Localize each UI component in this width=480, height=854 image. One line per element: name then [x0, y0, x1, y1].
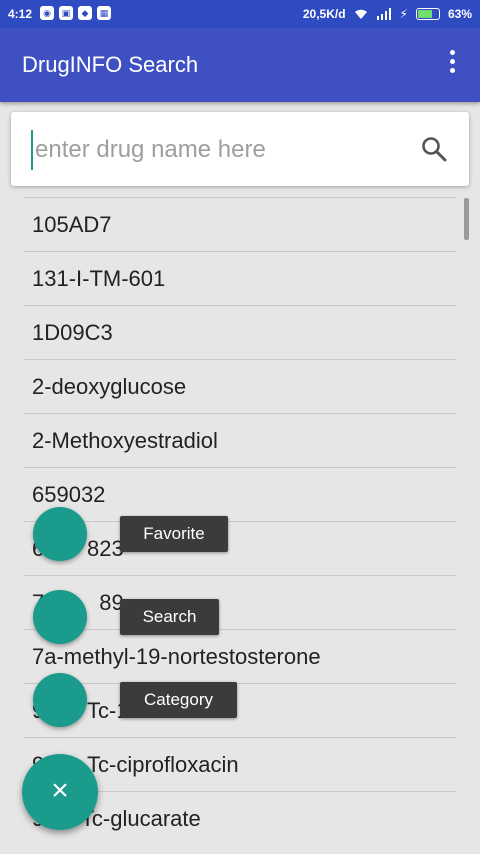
- signal-icon: [376, 8, 391, 20]
- network-speed: 20,5K/d: [302, 7, 346, 21]
- overflow-menu-icon[interactable]: [446, 50, 458, 78]
- drug-name: 131-I-TM-601: [32, 266, 166, 291]
- search-input[interactable]: [31, 130, 407, 170]
- list-item[interactable]: 7a-methyl-19-nortestosterone: [24, 629, 456, 683]
- drug-name: 659032: [32, 482, 106, 507]
- battery-percent: 63%: [447, 7, 472, 21]
- list-item[interactable]: 7 89: [24, 575, 456, 629]
- store-notification-icon: ▦: [97, 6, 111, 20]
- favorite-label[interactable]: Favorite: [120, 516, 228, 552]
- notification-icons: ◉ ▣ ◆ ▦: [40, 6, 111, 20]
- drug-name: 7a-methyl-19-nortestosterone: [32, 644, 321, 669]
- close-fab-button[interactable]: ×: [22, 754, 98, 830]
- status-time: 4:12: [8, 7, 33, 21]
- wifi-icon: [354, 9, 367, 19]
- app-bar: DrugINFO Search: [0, 28, 480, 102]
- list-item[interactable]: 6 823: [24, 521, 456, 575]
- drug-name: 105AD7: [32, 212, 112, 237]
- status-right: 20,5K/d ⚡ 63%: [303, 7, 472, 21]
- search-icon[interactable]: [421, 136, 447, 162]
- list-item[interactable]: 9 Tc-14 F 7 Mab: [24, 683, 456, 737]
- app-notification-icon: ◆: [78, 6, 92, 20]
- drug-name: 2-deoxyglucose: [32, 374, 187, 399]
- list-item[interactable]: 2-Methoxyestradiol: [24, 413, 456, 467]
- list-item[interactable]: 2-deoxyglucose: [24, 359, 456, 413]
- list-item[interactable]: 105AD7: [24, 197, 456, 251]
- drug-list: 105AD7 131-I-TM-601 1D09C3 2-deoxyglucos…: [24, 197, 456, 845]
- favorite-fab[interactable]: [33, 507, 87, 561]
- list-item[interactable]: 659032: [24, 467, 456, 521]
- category-fab[interactable]: [33, 673, 87, 727]
- list-item[interactable]: 1D09C3: [24, 305, 456, 359]
- search-label[interactable]: Search: [120, 599, 219, 635]
- chat-notification-icon: ◉: [40, 6, 54, 20]
- scrollbar[interactable]: [464, 198, 469, 240]
- close-icon: ×: [51, 774, 69, 807]
- status-bar: 4:12 ◉ ▣ ◆ ▦ 20,5K/d ⚡ 63%: [0, 0, 480, 28]
- search-fab[interactable]: [33, 590, 87, 644]
- drug-name: 2-Methoxyestradiol: [32, 428, 218, 453]
- battery-icon: [415, 8, 440, 20]
- search-box: [11, 112, 469, 186]
- list-item[interactable]: 131-I-TM-601: [24, 251, 456, 305]
- message-notification-icon: ▣: [59, 6, 73, 20]
- drug-name: 1D09C3: [32, 320, 113, 345]
- charging-icon: ⚡: [399, 7, 408, 21]
- category-label[interactable]: Category: [120, 682, 237, 718]
- app-title: DrugINFO Search: [22, 52, 199, 77]
